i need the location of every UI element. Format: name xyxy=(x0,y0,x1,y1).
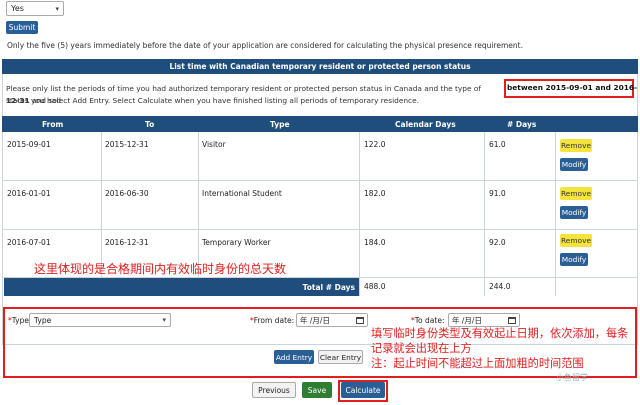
save-button[interactable]: Save xyxy=(302,382,332,398)
total-days: 244.0 xyxy=(489,282,511,291)
calendar-icon[interactable] xyxy=(508,316,516,324)
remove-button[interactable]: Remove xyxy=(560,187,592,200)
annotation-form-instructions: 填写临时身份类型及有效起止日期，依次添加，每条记录就会出现在上方 注：起止时间不… xyxy=(371,327,629,370)
table-row: 2016-01-01 2016-06-30 International Stud… xyxy=(2,181,638,230)
cell-days: 91.0 xyxy=(489,189,506,198)
chevron-down-icon: ▾ xyxy=(55,4,59,13)
modify-button[interactable]: Modify xyxy=(560,253,588,266)
calendar-icon[interactable] xyxy=(356,316,364,324)
cell-to: 2016-06-30 xyxy=(105,189,149,198)
header-from: From xyxy=(42,120,64,129)
remove-button[interactable]: Remove xyxy=(560,139,592,152)
instruction-text-2: and select Add Entry. Select Calculate w… xyxy=(32,96,420,105)
add-entry-button[interactable]: Add Entry xyxy=(274,350,314,364)
cell-type: International Student xyxy=(202,189,282,198)
header-to: To xyxy=(145,120,155,129)
to-date-placeholder: 年 /月/日 xyxy=(452,315,482,325)
submit-button[interactable]: Submit xyxy=(6,21,38,34)
highlight-date-range: between 2015-09-01 and 2016- xyxy=(507,83,638,92)
modify-button[interactable]: Modify xyxy=(560,206,588,219)
cell-type: Temporary Worker xyxy=(202,238,271,247)
status-select-value: Yes xyxy=(11,4,24,13)
highlight-date-end: 12-31 xyxy=(6,96,30,105)
calculate-button[interactable]: Calculate xyxy=(341,382,385,398)
cell-type: Visitor xyxy=(202,140,226,149)
annotation-total-days: 这里体现的是合格期间内有效临时身份的总天数 xyxy=(34,262,287,276)
table-header: From To Type Calendar Days # Days xyxy=(2,116,638,132)
cell-from: 2016-07-01 xyxy=(7,238,51,247)
table-row: 2015-09-01 2015-12-31 Visitor 122.0 61.0 xyxy=(2,132,638,181)
physical-presence-note: Only the five (5) years immediately befo… xyxy=(7,41,523,50)
to-date-label: *To date: xyxy=(411,316,445,325)
panel-title: List time with Canadian temporary reside… xyxy=(2,59,638,74)
total-calendar-days: 488.0 xyxy=(364,282,386,291)
instruction-line-2: 12-31 and select Add Entry. Select Calcu… xyxy=(6,95,419,107)
header-type: Type xyxy=(270,120,290,129)
modify-button[interactable]: Modify xyxy=(560,158,588,171)
cell-days: 61.0 xyxy=(489,140,506,149)
header-calendar-days: Calendar Days xyxy=(395,120,456,129)
type-select-value: Type xyxy=(34,315,52,325)
to-date-input[interactable]: 年 /月/日 xyxy=(448,313,520,327)
header-days: # Days xyxy=(507,120,537,129)
from-date-label: *From date: xyxy=(250,316,295,325)
cell-from: 2016-01-01 xyxy=(7,189,51,198)
total-row: Total # Days 488.0 244.0 xyxy=(2,278,638,296)
from-date-placeholder: 年 /月/日 xyxy=(300,315,330,325)
cell-calendar-days: 122.0 xyxy=(364,140,386,149)
cell-to: 2016-12-31 xyxy=(105,238,149,247)
cell-to: 2015-12-31 xyxy=(105,140,149,149)
cell-days: 92.0 xyxy=(489,238,506,247)
watermark-text: 小鱼留学 xyxy=(556,373,588,382)
from-date-input[interactable]: 年 /月/日 xyxy=(296,313,368,327)
total-label: Total # Days xyxy=(4,278,359,296)
type-label: *Type xyxy=(8,316,29,325)
previous-button[interactable]: Previous xyxy=(252,382,296,398)
clear-entry-button[interactable]: Clear Entry xyxy=(318,350,363,364)
cell-from: 2015-09-01 xyxy=(7,140,51,149)
cell-calendar-days: 182.0 xyxy=(364,189,386,198)
remove-button[interactable]: Remove xyxy=(560,234,592,247)
chevron-down-icon: ▾ xyxy=(162,316,166,324)
status-select[interactable]: Yes ▾ xyxy=(6,1,64,16)
type-select[interactable]: Type ▾ xyxy=(29,313,171,327)
cell-calendar-days: 184.0 xyxy=(364,238,386,247)
